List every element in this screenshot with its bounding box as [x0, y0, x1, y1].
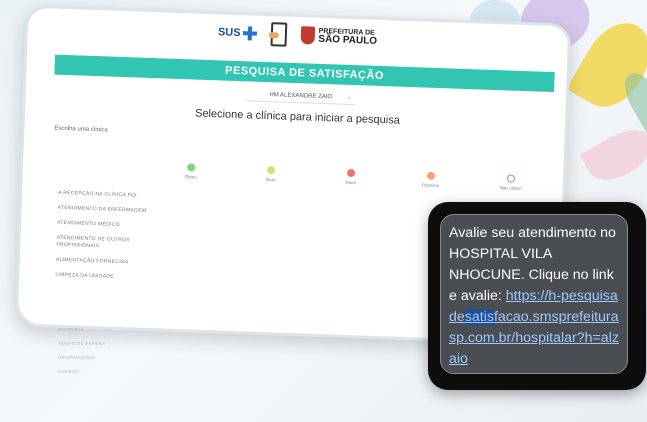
chevron-down-icon: ⌄	[346, 94, 352, 102]
rating-label: Ruim	[345, 179, 357, 186]
list-item: OUTROS	[58, 369, 80, 374]
sus-logo-text: SUS	[217, 26, 241, 40]
rating-option-nao-utilizei[interactable]: Não utilizei	[481, 174, 542, 192]
prefeitura-line2: SÃO PAULO	[318, 33, 378, 47]
clinic-label: Escolha uma clínica	[54, 125, 108, 134]
survey-banner: PESQUISA DE SATISFAÇÃO	[54, 54, 555, 93]
rating-label: Péssimo	[422, 182, 440, 189]
smile-icon	[187, 163, 196, 172]
phone-sms: Avalie seu atendimento no HOSPITAL VILA …	[428, 202, 646, 390]
category-list-reflection: ROUPARIA TEMPO DE ESPERA INFORMAÇÕES OUT…	[58, 326, 148, 382]
plus-icon	[242, 26, 256, 40]
smile-icon	[267, 166, 276, 175]
rating-option-otimo[interactable]: Ótimo	[161, 162, 222, 180]
list-item: ALIMENTAÇÃO FORNECIDA	[55, 256, 129, 266]
rating-options: Ótimo Bom Ruim Péssimo Não utilizei	[161, 162, 541, 191]
list-item: ATENDIMENTO MÉDICO	[57, 219, 120, 228]
category-list: A RECEPÇÃO NA CLÍNICA FOI ATENDIMENTO DA…	[55, 190, 148, 290]
sus-logo: SUS	[218, 25, 257, 40]
frown-icon	[346, 168, 356, 178]
crest-icon	[300, 26, 315, 45]
sms-bubble: Avalie seu atendimento no HOSPITAL VILA …	[440, 214, 628, 374]
list-item: INFORMAÇÕES	[58, 355, 95, 360]
hospital-select-value: HM ALEXANDRE ZAIO	[269, 92, 333, 101]
rating-label: Ótimo	[184, 174, 197, 180]
prohibited-icon	[506, 174, 516, 183]
rating-option-pessimo[interactable]: Péssimo	[401, 171, 462, 189]
rating-option-ruim[interactable]: Ruim	[321, 168, 382, 186]
rating-label: Bom	[266, 177, 276, 183]
phone-icon	[270, 22, 287, 47]
rating-option-bom[interactable]: Bom	[241, 165, 302, 183]
prefeitura-logo: PREFEITURA DE SÃO PAULO	[300, 26, 377, 47]
list-item: LIMPEZA DA UNIDADE	[55, 271, 114, 280]
list-item: TEMPO DE ESPERA	[58, 341, 106, 346]
list-item: ATENDIMENTO DA ENFERMAGEM	[57, 204, 147, 214]
rating-label: Não utilizei	[499, 185, 522, 191]
list-item: A RECEPÇÃO NA CLÍNICA FOI	[58, 189, 137, 199]
list-item: ROUPARIA	[58, 327, 84, 332]
frown-icon	[426, 171, 436, 180]
hospital-select[interactable]: HM ALEXANDRE ZAIO ⌄	[245, 88, 356, 106]
header-logos: SUS PREFEITURA DE SÃO PAULO	[217, 16, 377, 54]
survey-link-highlight: satis	[464, 309, 494, 325]
list-item: ATENDIMENTO DE OUTROS PROFISSIONAIS	[56, 234, 131, 250]
page-heading: Selecione a clínica para iniciar a pesqu…	[194, 107, 401, 127]
